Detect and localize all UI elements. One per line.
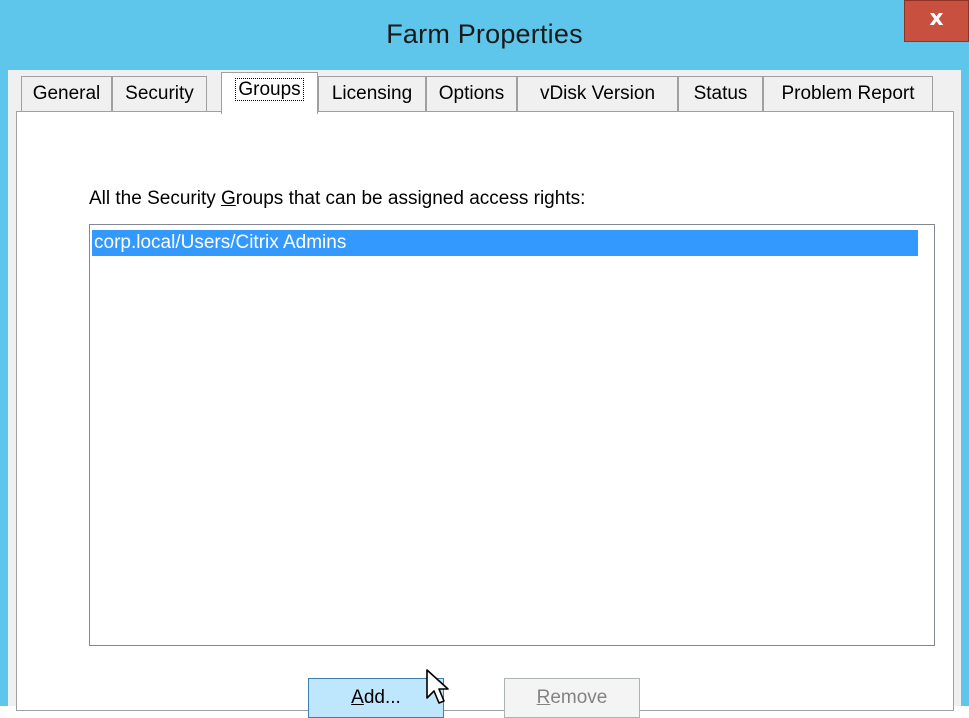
tab-licensing[interactable]: Licensing bbox=[318, 76, 426, 112]
close-button[interactable]: x bbox=[904, 0, 969, 42]
mouse-pointer-icon bbox=[426, 669, 449, 704]
tab-label: Licensing bbox=[331, 83, 413, 104]
close-icon: x bbox=[929, 6, 944, 31]
farm-properties-window: Farm Properties x General Security Group… bbox=[0, 0, 969, 718]
groups-tab-panel: All the Security Groups that can be assi… bbox=[16, 111, 954, 718]
tab-label: Options bbox=[438, 83, 505, 104]
tab-label: Status bbox=[693, 83, 748, 104]
title-bar[interactable]: Farm Properties x bbox=[0, 0, 969, 70]
security-groups-list[interactable]: corp.local/Users/Citrix Admins bbox=[89, 224, 935, 646]
tab-options[interactable]: Options bbox=[426, 76, 517, 112]
tab-label: Problem Report bbox=[781, 83, 915, 104]
tab-groups[interactable]: Groups bbox=[221, 72, 318, 114]
tab-label: vDisk Version bbox=[539, 83, 656, 104]
tab-general[interactable]: General bbox=[21, 76, 112, 112]
tab-status[interactable]: Status bbox=[678, 76, 763, 112]
list-item[interactable]: corp.local/Users/Citrix Admins bbox=[92, 230, 918, 256]
tab-label: Groups bbox=[235, 78, 304, 101]
add-button[interactable]: Add... bbox=[308, 678, 444, 718]
tab-problem-report[interactable]: Problem Report bbox=[763, 76, 933, 112]
tab-label: General bbox=[32, 83, 101, 104]
tab-security[interactable]: Security bbox=[112, 76, 207, 112]
window-title: Farm Properties bbox=[386, 19, 583, 49]
tab-strip: General Security Groups Licensing Option… bbox=[8, 72, 961, 116]
remove-button[interactable]: Remove bbox=[504, 678, 640, 718]
dialog-client-area: General Security Groups Licensing Option… bbox=[8, 70, 961, 718]
tab-label: Security bbox=[125, 83, 194, 104]
tab-vdisk-version[interactable]: vDisk Version bbox=[517, 76, 678, 112]
security-groups-label: All the Security Groups that can be assi… bbox=[89, 188, 586, 209]
